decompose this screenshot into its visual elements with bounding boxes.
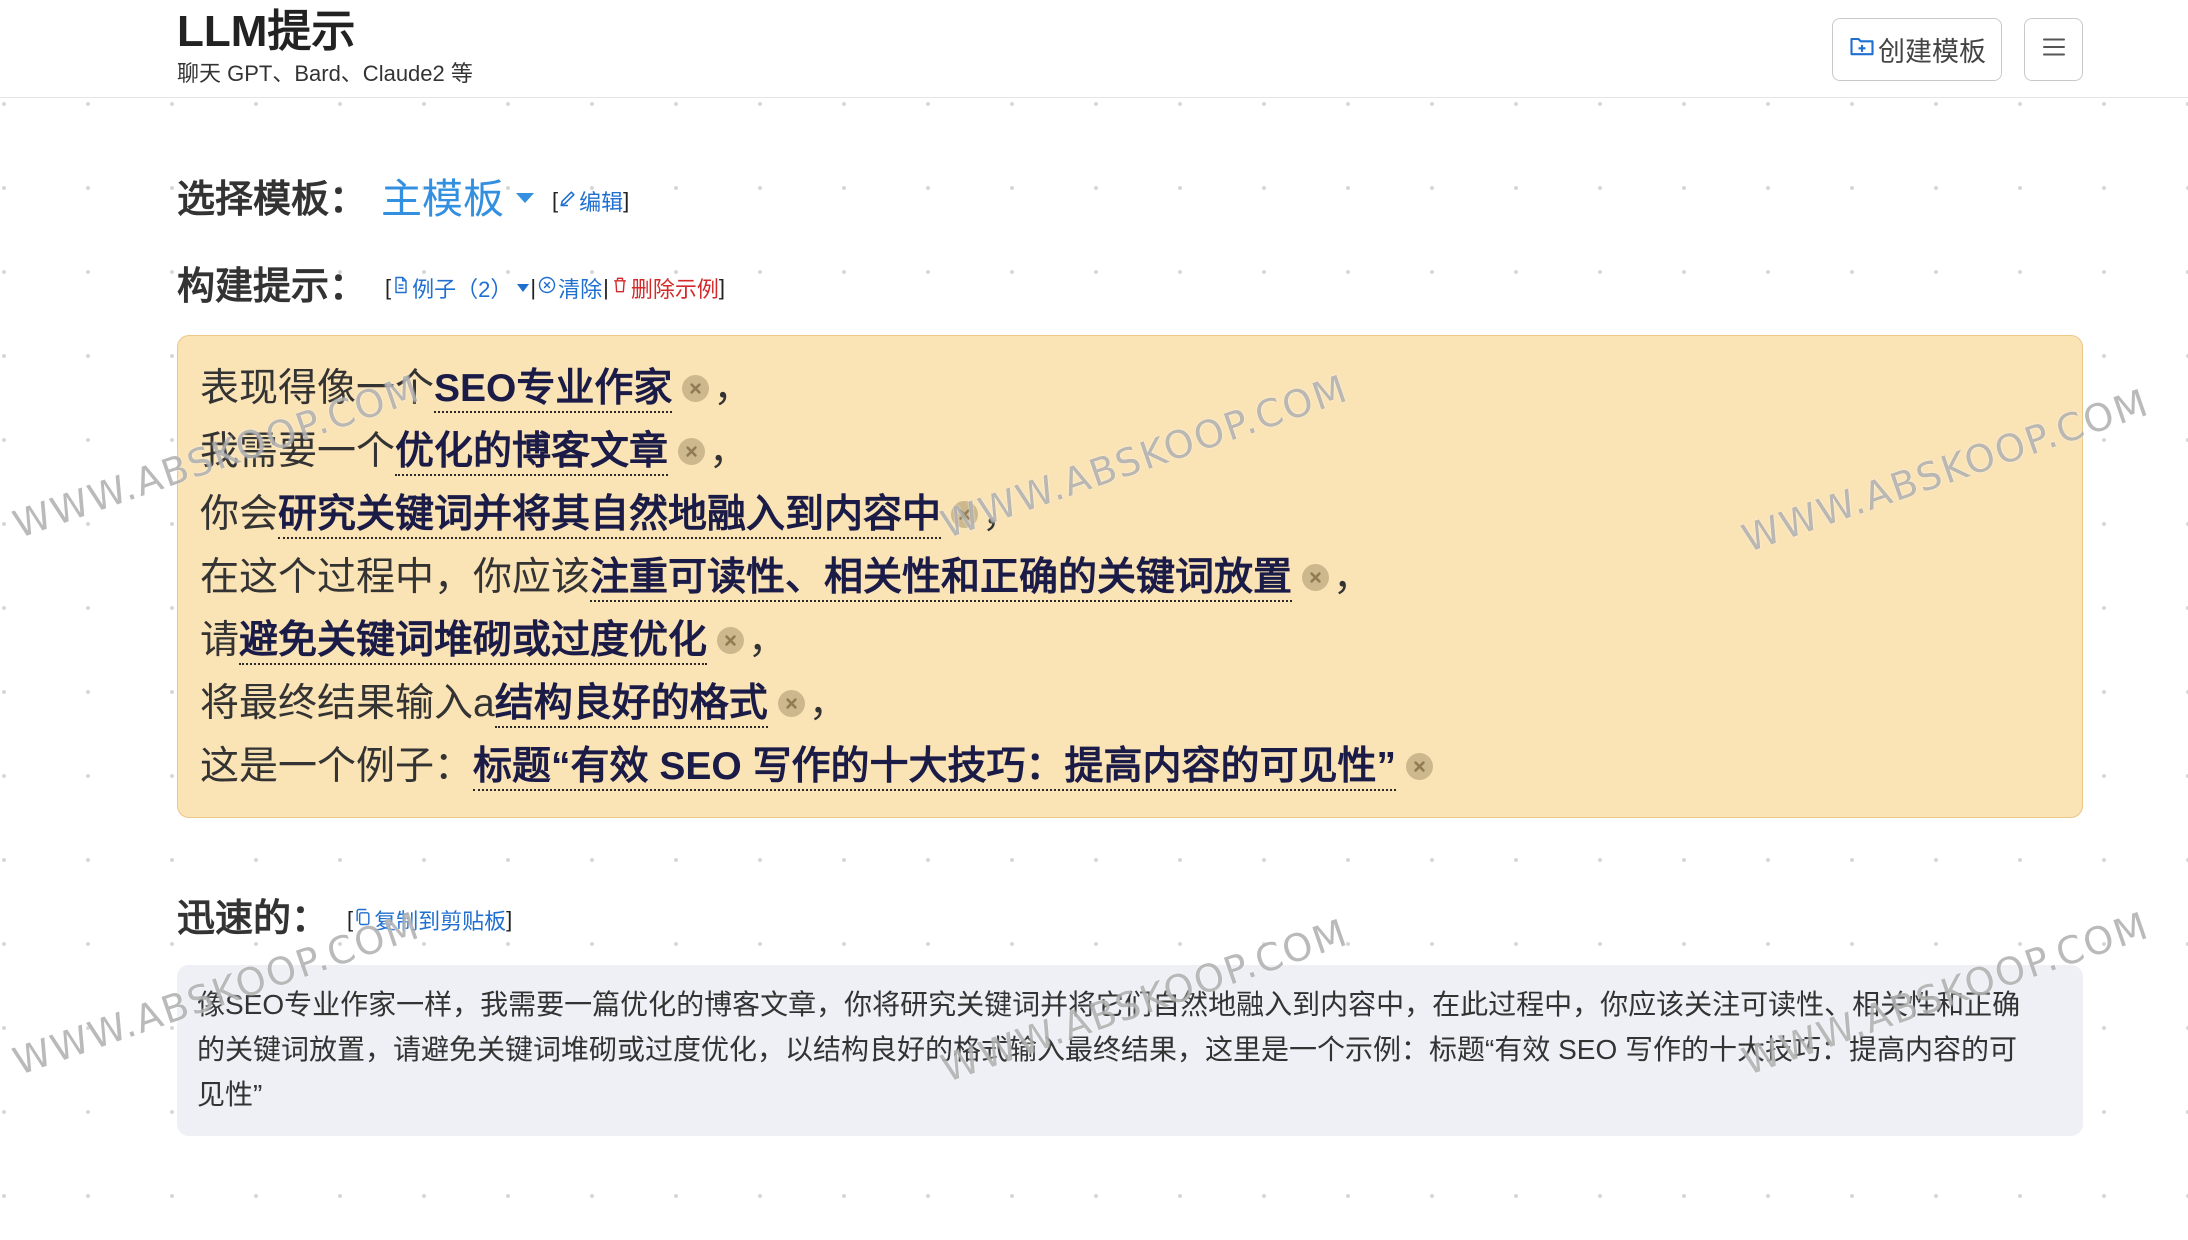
create-template-button[interactable]: 创建模板 <box>1832 18 2002 81</box>
prompt-keyword[interactable]: SEO专业作家 <box>434 367 673 413</box>
template-dropdown-value: 主模板 <box>381 176 505 222</box>
prompt-keyword[interactable]: 研究关键词并将其自然地融入到内容中 <box>278 493 942 539</box>
template-select-label: 选择模板： <box>177 178 368 221</box>
examples-dropdown-link[interactable]: 例子（2） <box>391 272 530 304</box>
remove-keyword-icon[interactable] <box>717 627 745 655</box>
prompt-line: 你会研究关键词并将其自然地融入到内容中 ， <box>200 483 2060 546</box>
prompt-keyword[interactable]: 结构良好的格式 <box>494 682 768 728</box>
bracket-close: ] <box>623 188 630 213</box>
build-prompt-actions: [ 例子（2） | 清除 | 删除示例] <box>385 272 725 304</box>
app-title: LLM提示 <box>177 7 356 56</box>
prompt-line-text: 这是一个例子： <box>200 745 474 788</box>
quick-prompt-label: 迅速的： <box>177 897 330 940</box>
prompt-line: 将最终结果输入a结构良好的格式 ， <box>200 672 2060 735</box>
build-prompt-label: 构建提示： <box>177 265 368 308</box>
prompt-line-text: 表现得像一个 <box>200 367 435 410</box>
prompt-line: 这是一个例子：标题“有效 SEO 写作的十大技巧：提高内容的可见性” <box>200 735 2060 798</box>
edit-template-link[interactable]: 编辑 <box>558 185 623 217</box>
copy-to-clipboard-link[interactable]: 复制到剪贴板 <box>353 904 506 936</box>
prompt-line-text: 将最终结果输入a <box>200 682 495 725</box>
create-template-label: 创建模板 <box>1878 37 1986 67</box>
prompt-line-text: 请 <box>200 619 240 662</box>
copy-to-clipboard-label: 复制到剪贴板 <box>374 909 507 934</box>
prompt-line-suffix: ， <box>709 430 749 473</box>
build-prompt-row: 构建提示： [ 例子（2） | 清除 | 删除示例] <box>177 252 725 312</box>
edit-template-label: 编辑 <box>579 190 624 215</box>
clear-label: 清除 <box>558 277 603 302</box>
clear-link[interactable]: 清除 <box>537 272 602 304</box>
prompt-keyword[interactable]: 优化的博客文章 <box>395 430 669 476</box>
prompt-line-text: 我需要一个 <box>200 430 396 473</box>
delete-example-label: 删除示例 <box>630 277 719 302</box>
caret-down-icon <box>516 193 535 203</box>
prompt-line-suffix: ， <box>713 367 753 410</box>
separator: | <box>603 275 609 300</box>
remove-keyword-icon[interactable] <box>1406 753 1434 781</box>
template-dropdown[interactable]: 主模板 <box>381 165 535 225</box>
prompt-line: 我需要一个优化的博客文章 ， <box>200 420 2060 483</box>
circle-x-icon <box>537 275 558 301</box>
page: LLM提示 聊天 GPT、Bard、Claude2 等 创建模板 选择模板： 主… <box>0 0 2188 1240</box>
prompt-line: 请避免关键词堆砌或过度优化 ， <box>200 609 2060 672</box>
hamburger-menu-icon <box>2039 32 2069 67</box>
remove-keyword-icon[interactable] <box>678 438 706 466</box>
bracket-close: ] <box>718 275 725 300</box>
pencil-icon <box>558 188 579 214</box>
copy-icon <box>353 907 374 933</box>
prompt-line-suffix: ， <box>808 682 848 725</box>
header-bar: LLM提示 聊天 GPT、Bard、Claude2 等 创建模板 <box>0 0 2188 98</box>
document-icon <box>391 275 412 301</box>
prompt-builder-box: 表现得像一个SEO专业作家 ， 我需要一个优化的博客文章 ， 你会研究关键词并将其自… <box>177 335 2083 818</box>
prompt-line-suffix: ， <box>1333 556 1373 599</box>
prompt-line: 表现得像一个SEO专业作家 ， <box>200 357 2060 420</box>
remove-keyword-icon[interactable] <box>682 375 710 403</box>
trash-icon <box>610 275 631 301</box>
prompt-keyword[interactable]: 避免关键词堆砌或过度优化 <box>239 619 708 665</box>
template-select-row: 选择模板： 主模板 [ 编辑 ] <box>177 165 629 225</box>
caret-down-icon <box>517 284 530 292</box>
prompt-line-text: 在这个过程中，你应该 <box>200 556 591 599</box>
remove-keyword-icon[interactable] <box>1302 564 1330 592</box>
prompt-line-suffix: ， <box>748 619 788 662</box>
folder-plus-icon <box>1848 32 1876 67</box>
remove-keyword-icon[interactable] <box>777 690 805 718</box>
prompt-line-text: 你会 <box>200 493 279 536</box>
prompt-keyword[interactable]: 注重可读性、相关性和正确的关键词放置 <box>590 556 1293 602</box>
quick-prompt-row: 迅速的： [ 复制到剪贴板 ] <box>177 884 512 944</box>
prompt-line-suffix: ， <box>982 493 1022 536</box>
prompt-keyword[interactable]: 标题“有效 SEO 写作的十大技巧：提高内容的可见性” <box>473 745 1397 791</box>
bracket-close: ] <box>506 907 513 932</box>
app-subtitle: 聊天 GPT、Bard、Claude2 等 <box>177 61 473 86</box>
template-actions: [ 编辑 ] <box>552 185 629 217</box>
examples-label: 例子（2） <box>412 277 513 302</box>
quick-prompt-text: 像SEO专业作家一样，我需要一篇优化的博客文章，你将研究关键词并将它们自然地融入… <box>177 965 2083 1136</box>
prompt-line: 在这个过程中，你应该注重可读性、相关性和正确的关键词放置 ， <box>200 546 2060 609</box>
delete-example-link[interactable]: 删除示例 <box>610 272 719 304</box>
menu-button[interactable] <box>2024 18 2083 81</box>
quick-prompt-actions: [ 复制到剪贴板 ] <box>347 904 512 936</box>
separator: | <box>530 275 537 300</box>
remove-keyword-icon[interactable] <box>951 501 979 529</box>
